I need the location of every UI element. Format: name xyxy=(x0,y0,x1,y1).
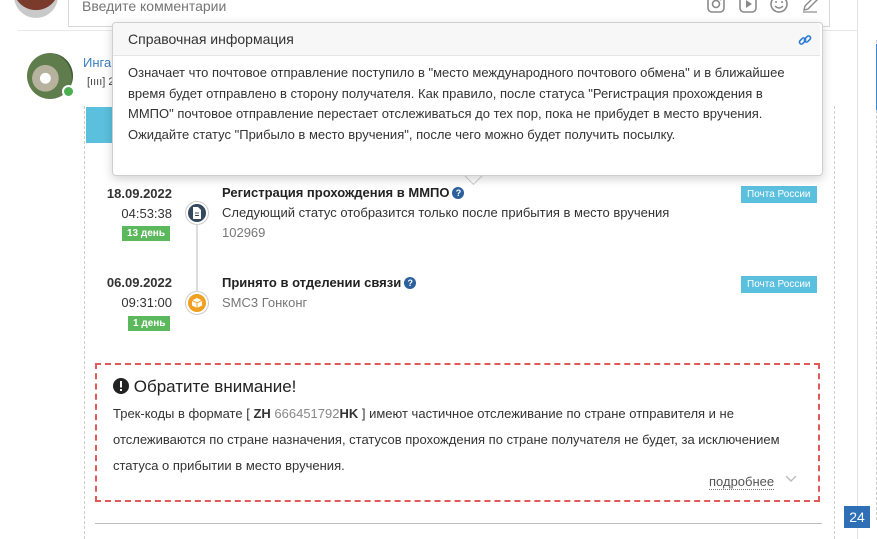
document-icon xyxy=(186,202,208,224)
code-prefix: ZH xyxy=(253,406,271,421)
page-number-badge[interactable]: 24 xyxy=(844,506,870,528)
notice-text-before: Трек-коды в формате [ xyxy=(113,406,254,421)
code-suffix: HK xyxy=(339,406,359,421)
smile-icon[interactable] xyxy=(768,0,790,16)
help-icon[interactable]: ? xyxy=(452,187,465,199)
online-status-icon xyxy=(62,85,75,98)
video-icon[interactable] xyxy=(737,0,759,16)
event-title: Принято в отделении связи? xyxy=(222,275,417,290)
tooltip-title: Справочная информация xyxy=(128,31,294,47)
event-title-text: Регистрация прохождения в ММПО xyxy=(222,185,450,200)
event-postcode: 102969 xyxy=(222,225,266,240)
event-date: 06.09.2022 xyxy=(106,275,172,290)
event-title: Регистрация прохождения в ММПО? xyxy=(222,185,465,200)
event-time: 09:31:00 xyxy=(121,295,172,310)
help-icon[interactable]: ? xyxy=(404,277,417,289)
notice-title: Обратите внимание! xyxy=(113,377,296,397)
carrier-badge: Почта России xyxy=(741,186,817,203)
comment-author[interactable]: Инга xyxy=(83,55,111,70)
code-digits: 666451792 xyxy=(274,406,340,421)
event-time: 04:53:38 xyxy=(121,206,172,221)
barcode-label: [ıııı] 2 xyxy=(87,76,115,88)
tooltip-body: Означает что почтовое отправление поступ… xyxy=(128,65,785,142)
event-description: Следующий статус отобразится только посл… xyxy=(222,205,670,220)
day-badge: 1 день xyxy=(128,316,171,331)
more-link[interactable]: подробнее xyxy=(709,474,775,490)
package-icon xyxy=(186,292,208,314)
carrier-badge: Почта России xyxy=(741,276,817,293)
event-title-text: Принято в отделении связи xyxy=(222,275,402,290)
divider xyxy=(95,523,822,524)
exclamation-icon xyxy=(113,378,129,394)
notice-title-text: Обратите внимание! xyxy=(133,377,297,396)
pen-icon[interactable] xyxy=(799,0,821,16)
instagram-icon[interactable] xyxy=(705,0,727,16)
link-icon[interactable] xyxy=(798,33,812,50)
day-badge: 13 день xyxy=(122,226,170,241)
event-date: 18.09.2022 xyxy=(106,186,172,201)
column-divider xyxy=(857,0,858,539)
notice-text: Трек-коды в формате [ ZH 666451792HK ] и… xyxy=(113,401,803,479)
comment-input[interactable] xyxy=(80,0,484,15)
chevron-down-icon[interactable] xyxy=(785,472,797,486)
avatar xyxy=(14,0,58,18)
event-location: SMC3 Гонконг xyxy=(222,295,308,310)
